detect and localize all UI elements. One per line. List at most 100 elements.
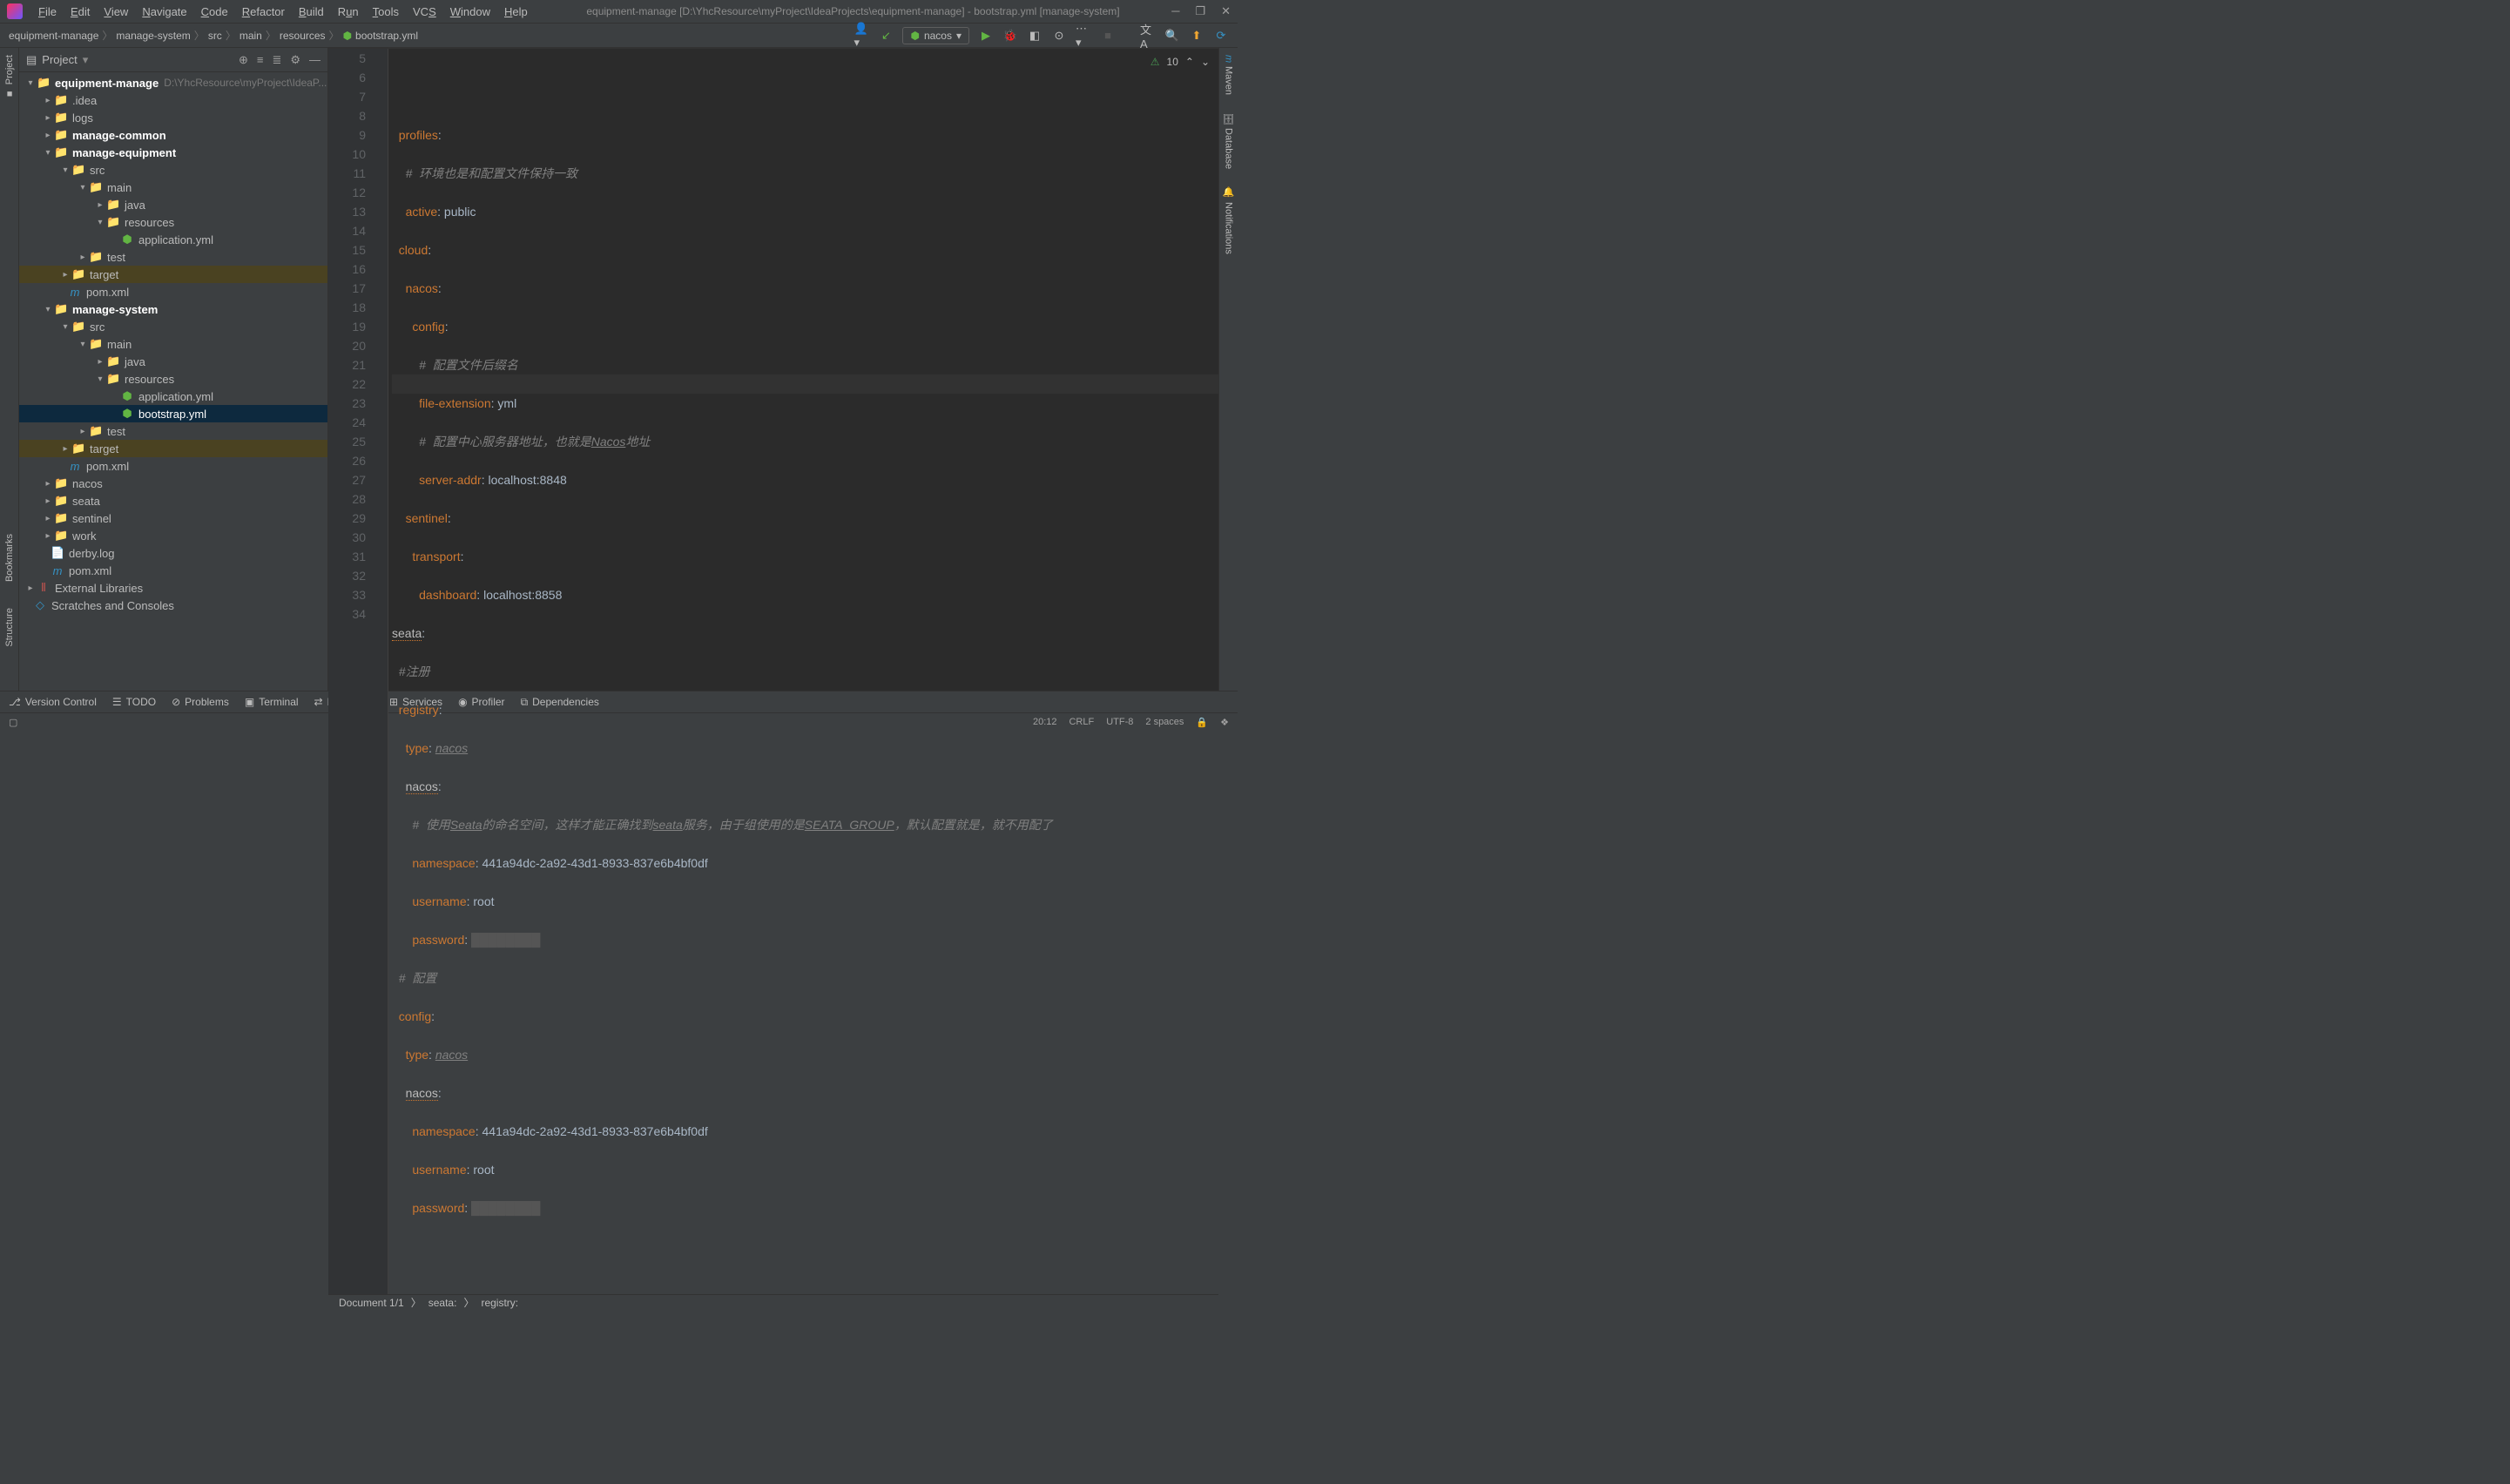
project-tool-button[interactable]: ■ Project xyxy=(4,55,15,98)
menu-code[interactable]: Code xyxy=(194,5,235,18)
breadcrumb-item[interactable]: equipment-manage xyxy=(9,30,98,42)
tree-row[interactable]: ▸📁target xyxy=(19,440,327,457)
project-view-label[interactable]: Project xyxy=(42,53,77,66)
tree-row[interactable]: ▸📁.idea xyxy=(19,91,327,109)
close-icon[interactable]: ✕ xyxy=(1221,4,1231,18)
window-title: equipment-manage [D:\YhcResource\myProje… xyxy=(535,5,1171,17)
run-icon[interactable]: ▶ xyxy=(978,28,994,44)
tree-row[interactable]: ▸📁sentinel xyxy=(19,509,327,527)
minimize-icon[interactable]: ─ xyxy=(1171,4,1179,18)
tree-row[interactable]: ▸📁target xyxy=(19,266,327,283)
expand-all-icon[interactable]: ≡ xyxy=(257,53,264,66)
tree-row[interactable]: ▸📁nacos xyxy=(19,475,327,492)
terminal-button[interactable]: ▣ Terminal xyxy=(245,696,299,708)
structure-tool-button[interactable]: Structure xyxy=(4,608,15,647)
stop-icon[interactable]: ■ xyxy=(1100,28,1116,44)
debug-icon[interactable]: 🐞 xyxy=(1002,28,1018,44)
menu-vcs[interactable]: VCS xyxy=(406,5,443,18)
back-icon[interactable]: ↙ xyxy=(878,28,894,44)
status-extra-icon[interactable]: ❖ xyxy=(1220,717,1229,728)
ide-update-icon[interactable]: ⬆ xyxy=(1189,28,1204,44)
collapse-all-icon[interactable]: ≣ xyxy=(272,53,281,67)
maximize-icon[interactable]: ❐ xyxy=(1195,4,1205,18)
code-editor[interactable]: 5678910111213141516171819202122232425262… xyxy=(328,49,1218,1294)
profile-icon[interactable]: ⊙ xyxy=(1051,28,1067,44)
crumb-item[interactable]: seata: xyxy=(428,1297,457,1309)
fold-gutter[interactable] xyxy=(376,49,388,1294)
user-dropdown-icon[interactable]: 👤▾ xyxy=(854,28,869,44)
settings-icon[interactable]: ⚙ xyxy=(290,53,300,67)
tree-row[interactable]: ▾📁main xyxy=(19,335,327,353)
notifications-tool-button[interactable]: 🔔 Notifications xyxy=(1223,186,1234,253)
tree-row[interactable]: ▾📁resources xyxy=(19,370,327,388)
tree-row[interactable]: ◇Scratches and Consoles xyxy=(19,597,327,614)
prev-highlight-icon[interactable]: ⌃ xyxy=(1185,52,1194,71)
tree-row[interactable]: ▾📁src xyxy=(19,318,327,335)
coverage-icon[interactable]: ◧ xyxy=(1027,28,1042,44)
tree-row[interactable]: ▸📁logs xyxy=(19,109,327,126)
breadcrumb-item[interactable]: bootstrap.yml xyxy=(355,30,418,42)
editor-inspection-status[interactable]: ⚠10 ⌃ ⌄ xyxy=(1150,52,1210,71)
tree-row[interactable]: ▸⫴External Libraries xyxy=(19,579,327,597)
run-config-selector[interactable]: ⬢nacos▾ xyxy=(902,27,969,44)
tree-row[interactable]: ⬢application.yml xyxy=(19,388,327,405)
translate-icon[interactable]: 文A xyxy=(1140,28,1156,44)
menu-help[interactable]: Help xyxy=(497,5,535,18)
app-logo-icon xyxy=(7,3,23,19)
tree-row[interactable]: ▸📁java xyxy=(19,196,327,213)
menu-navigate[interactable]: Navigate xyxy=(135,5,193,18)
menu-edit[interactable]: Edit xyxy=(64,5,97,18)
tree-row[interactable]: ▸📁seata xyxy=(19,492,327,509)
menu-tools[interactable]: Tools xyxy=(366,5,406,18)
more-run-icon[interactable]: ⋯▾ xyxy=(1076,28,1091,44)
select-opened-icon[interactable]: ⊕ xyxy=(239,53,248,67)
project-view-icon[interactable]: ▤ xyxy=(26,53,37,67)
status-left-icon[interactable]: ▢ xyxy=(9,717,17,728)
maven-tool-button[interactable]: m Maven xyxy=(1224,55,1234,95)
database-tool-button[interactable]: 🗄 Database xyxy=(1223,112,1234,169)
breadcrumb-item[interactable]: src xyxy=(208,30,222,42)
tree-row[interactable]: mpom.xml xyxy=(19,283,327,300)
editor-area: ⬢bootstrap.yml× ⬢manage-equipment\...\ap… xyxy=(328,48,1218,691)
breadcrumb-item[interactable]: resources xyxy=(280,30,326,42)
tree-row[interactable]: ▸📁test xyxy=(19,422,327,440)
tree-row[interactable]: ⬢application.yml xyxy=(19,231,327,248)
breadcrumb-item[interactable]: manage-system xyxy=(116,30,190,42)
project-tree[interactable]: ▾📁equipment-manageD:\YhcResource\myProje… xyxy=(19,72,327,691)
menu-refactor[interactable]: Refactor xyxy=(235,5,292,18)
menu-build[interactable]: Build xyxy=(292,5,331,18)
tree-row[interactable]: ▸📁java xyxy=(19,353,327,370)
tree-row[interactable]: 📄derby.log xyxy=(19,544,327,562)
bookmarks-tool-button[interactable]: Bookmarks xyxy=(4,534,15,582)
menu-run[interactable]: Run xyxy=(331,5,366,18)
tree-row-selected[interactable]: ⬢bootstrap.yml xyxy=(19,405,327,422)
editor-breadcrumb: Document 1/1〉 seata:〉 registry: xyxy=(328,1294,1218,1310)
tree-row[interactable]: ▸📁test xyxy=(19,248,327,266)
tree-row[interactable]: ▾📁manage-system xyxy=(19,300,327,318)
menu-view[interactable]: View xyxy=(97,5,135,18)
problems-button[interactable]: ⊘ Problems xyxy=(172,696,229,708)
crumb-item[interactable]: registry: xyxy=(481,1297,518,1309)
tree-row[interactable]: ▾📁resources xyxy=(19,213,327,231)
tree-row[interactable]: ▸📁manage-common xyxy=(19,126,327,144)
tree-row[interactable]: ▾📁manage-equipment xyxy=(19,144,327,161)
tree-row[interactable]: ▾📁src xyxy=(19,161,327,179)
next-highlight-icon[interactable]: ⌄ xyxy=(1201,52,1210,71)
settings-sync-icon[interactable]: ⟳ xyxy=(1213,28,1229,44)
todo-button[interactable]: ☰ TODO xyxy=(112,696,156,708)
tree-row[interactable]: ▾📁main xyxy=(19,179,327,196)
menu-window[interactable]: Window xyxy=(443,5,497,18)
tree-row[interactable]: ▸📁work xyxy=(19,527,327,544)
tree-row[interactable]: ▾📁equipment-manageD:\YhcResource\myProje… xyxy=(19,74,327,91)
menu-file[interactable]: File xyxy=(31,5,64,18)
hide-icon[interactable]: — xyxy=(309,53,320,66)
project-view-dropdown-icon[interactable]: ▾ xyxy=(83,53,89,67)
yaml-file-icon: ⬢ xyxy=(343,30,352,42)
tree-row[interactable]: mpom.xml xyxy=(19,457,327,475)
search-icon[interactable]: 🔍 xyxy=(1164,28,1180,44)
breadcrumb-item[interactable]: main xyxy=(240,30,262,42)
right-tool-strip: m Maven 🗄 Database 🔔 Notifications xyxy=(1218,48,1238,691)
version-control-button[interactable]: ⎇ Version Control xyxy=(9,696,97,708)
tree-row[interactable]: mpom.xml xyxy=(19,562,327,579)
code-content[interactable]: profiles: # 环境也是和配置文件保持一致 active: public… xyxy=(388,49,1218,1294)
